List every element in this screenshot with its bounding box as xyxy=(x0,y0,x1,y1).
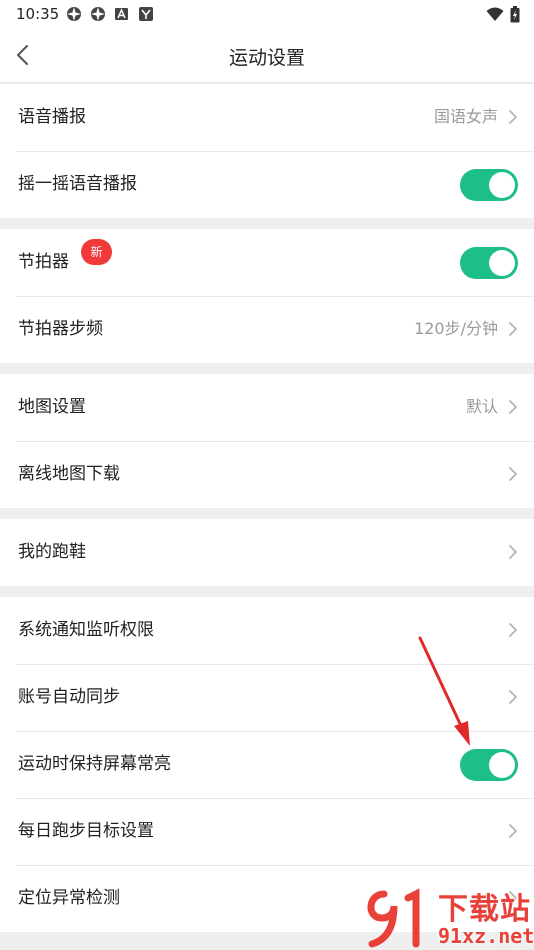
row-metronome-cadence[interactable]: 节拍器步频 120步/分钟 xyxy=(0,296,534,363)
row-value: 默认 xyxy=(465,397,498,416)
settings-group-system: 系统通知监听权限 账号自动同步 运动时保持屏幕常亮 每日跑步目标设置 定位异常检… xyxy=(0,597,534,932)
row-value: 国语女声 xyxy=(433,107,498,126)
page-title: 运动设置 xyxy=(228,47,305,69)
settings-group-shoes: 我的跑鞋 xyxy=(0,519,534,586)
row-label: 离线地图下载 xyxy=(18,464,120,484)
toggle-knob xyxy=(489,172,515,198)
chevron-right-icon xyxy=(509,467,517,481)
row-label: 语音播报 xyxy=(18,107,86,127)
chevron-right-icon xyxy=(509,110,517,124)
status-time: 10:35 xyxy=(16,5,60,23)
row-label: 我的跑鞋 xyxy=(18,542,86,562)
row-label: 账号自动同步 xyxy=(18,687,120,707)
status-bar: 10:35 xyxy=(0,0,534,30)
row-daily-run-goal[interactable]: 每日跑步目标设置 xyxy=(0,798,534,865)
battery-icon xyxy=(510,6,520,23)
app-a-icon xyxy=(115,8,128,20)
row-keep-screen-on: 运动时保持屏幕常亮 xyxy=(0,731,534,798)
chevron-right-icon xyxy=(509,690,517,704)
nav-bar: 运动设置 xyxy=(0,30,534,83)
row-label: 地图设置 xyxy=(18,397,86,417)
row-my-running-shoes[interactable]: 我的跑鞋 xyxy=(0,519,534,586)
settings-group-metronome: 节拍器 新 节拍器步频 120步/分钟 xyxy=(0,229,534,363)
aperture-icon-2 xyxy=(91,7,105,21)
chevron-right-icon xyxy=(509,545,517,559)
aperture-icon xyxy=(67,7,81,21)
system-icons xyxy=(486,6,520,23)
row-account-auto-sync[interactable]: 账号自动同步 xyxy=(0,664,534,731)
wifi-icon xyxy=(486,7,504,21)
row-notification-permission[interactable]: 系统通知监听权限 xyxy=(0,597,534,664)
toggle-knob xyxy=(489,250,515,276)
row-voice-broadcast[interactable]: 语音播报 国语女声 xyxy=(0,84,534,151)
row-metronome: 节拍器 新 xyxy=(0,229,534,296)
row-value: 120步/分钟 xyxy=(414,319,498,338)
chevron-right-icon xyxy=(509,824,517,838)
row-label: 运动时保持屏幕常亮 xyxy=(18,754,171,774)
settings-group-voice: 语音播报 国语女声 摇一摇语音播报 xyxy=(0,84,534,218)
metronome-toggle[interactable] xyxy=(460,247,518,279)
row-label: 摇一摇语音播报 xyxy=(18,174,137,194)
row-label: 节拍器步频 xyxy=(18,319,103,339)
row-label: 系统通知监听权限 xyxy=(18,620,154,640)
chevron-right-icon xyxy=(509,623,517,637)
chevron-right-icon xyxy=(509,400,517,414)
settings-group-map: 地图设置 默认 离线地图下载 xyxy=(0,374,534,508)
shake-voice-toggle[interactable] xyxy=(460,169,518,201)
row-offline-map-download[interactable]: 离线地图下载 xyxy=(0,441,534,508)
chevron-right-icon xyxy=(509,891,517,905)
row-label: 每日跑步目标设置 xyxy=(18,821,154,841)
row-location-anomaly-detection[interactable]: 定位异常检测 xyxy=(0,865,534,932)
toggle-knob xyxy=(489,752,515,778)
chevron-right-icon xyxy=(509,322,517,336)
keep-screen-on-toggle[interactable] xyxy=(460,749,518,781)
row-label: 节拍器 xyxy=(18,252,69,272)
row-label: 定位异常检测 xyxy=(18,888,120,908)
app-y-icon xyxy=(139,7,153,21)
notification-icons xyxy=(66,6,154,22)
row-shake-voice-broadcast: 摇一摇语音播报 xyxy=(0,151,534,218)
new-badge: 新 xyxy=(81,239,112,265)
row-map-settings[interactable]: 地图设置 默认 xyxy=(0,374,534,441)
